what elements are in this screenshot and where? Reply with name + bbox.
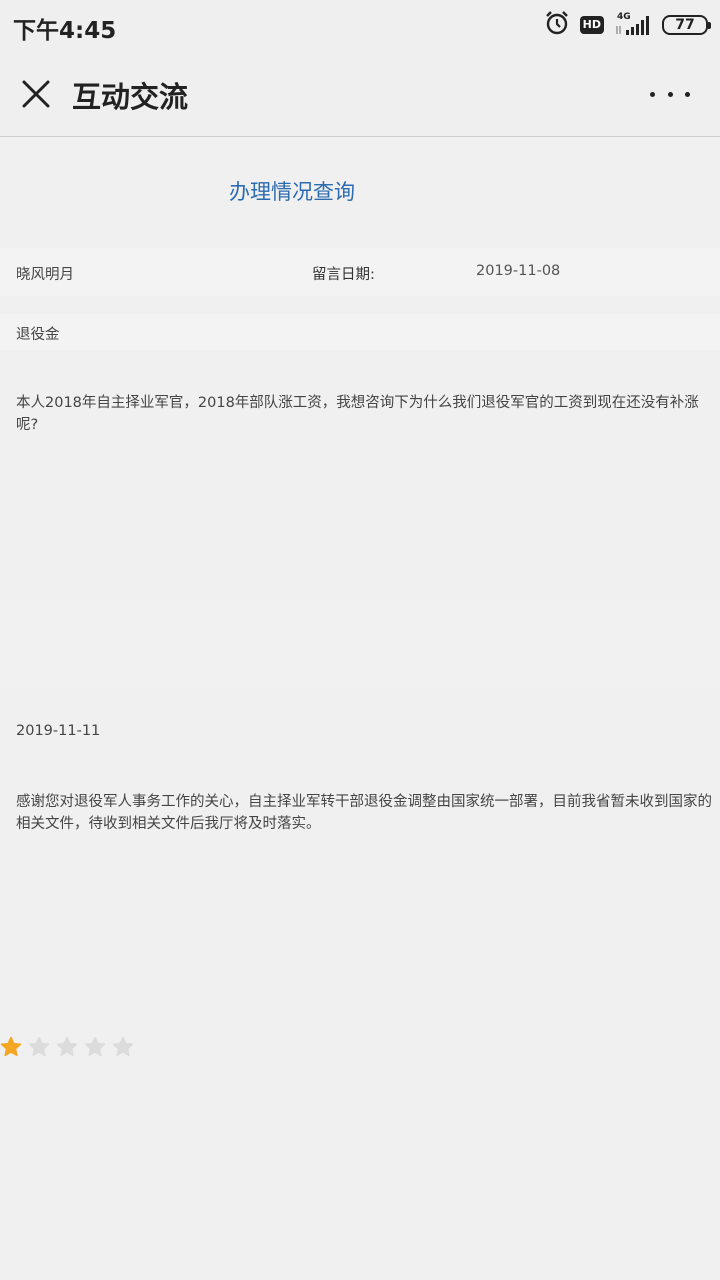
- page-title: 互动交流: [72, 80, 189, 114]
- spacer-bg: [0, 600, 720, 688]
- star-icon[interactable]: [0, 1036, 22, 1058]
- date-label: 留言日期:: [312, 267, 375, 283]
- more-dots-icon: [650, 91, 655, 97]
- star-icon[interactable]: [28, 1036, 50, 1058]
- status-time: 下午4:45: [13, 18, 117, 44]
- more-dot: [667, 91, 673, 97]
- more-button[interactable]: [650, 80, 690, 108]
- section-heading[interactable]: 办理情况查询: [229, 176, 355, 206]
- category-label: 退役金: [16, 327, 60, 343]
- alarm-icon: [544, 10, 570, 40]
- star-icon[interactable]: [56, 1036, 78, 1058]
- title-bar: 互动交流: [0, 50, 720, 137]
- star-icon[interactable]: [112, 1036, 134, 1058]
- close-button[interactable]: [18, 76, 54, 112]
- question-text: 本人2018年自主择业军官，2018年部队涨工资，我想咨询下为什么我们退役军官的…: [16, 395, 699, 433]
- reply-text: 感谢您对退役军人事务工作的关心，自主择业军转干部退役金调整由国家统一部署，目前我…: [16, 794, 712, 832]
- more-dot: [685, 91, 690, 97]
- status-icons: HD 4G 77: [544, 10, 711, 40]
- status-bar: 下午4:45 HD 4G 77: [0, 0, 720, 50]
- hd-icon: HD: [579, 16, 604, 34]
- author-name: 晓风明月: [16, 267, 74, 283]
- battery-icon: 77: [662, 15, 711, 35]
- close-icon: [22, 80, 50, 108]
- reply-date: 2019-11-11: [16, 723, 101, 739]
- signal-4g-icon: 4G: [614, 12, 652, 38]
- star-rating[interactable]: [0, 1036, 134, 1058]
- category-row-bg: [0, 314, 720, 350]
- date-value: 2019-11-08: [476, 263, 561, 279]
- star-icon[interactable]: [84, 1036, 106, 1058]
